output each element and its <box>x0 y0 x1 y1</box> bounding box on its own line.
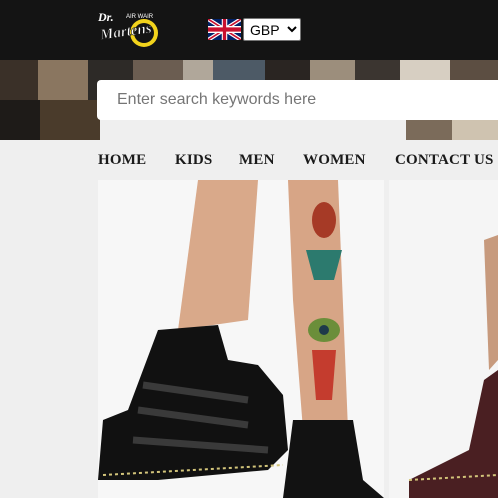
nav-item-men[interactable]: MEN <box>239 152 275 169</box>
nav-item-home[interactable]: HOME <box>98 152 146 169</box>
uk-flag-icon <box>208 19 241 40</box>
search-input[interactable] <box>97 80 498 120</box>
nav-item-women[interactable]: WOMEN <box>303 152 366 169</box>
logo-airwair: AIR WAIR <box>126 14 154 20</box>
product-image-burgundy-boots[interactable] <box>389 180 498 498</box>
boots-photo <box>98 180 384 498</box>
product-image-black-boots[interactable] <box>98 180 384 498</box>
nav-item-contact-us[interactable]: CONTACT US <box>395 152 494 169</box>
main-nav: HOME KIDS MEN WOMEN CONTACT US <box>0 140 498 180</box>
burgundy-boots-photo <box>408 235 498 498</box>
top-bar: Dr. AIR WAIR Martens GBP <box>0 0 498 60</box>
currency-select[interactable]: GBP <box>243 18 301 41</box>
dr-martens-logo[interactable]: Dr. AIR WAIR Martens <box>96 8 172 48</box>
nav-item-kids[interactable]: KIDS <box>175 152 212 169</box>
logo-dr: Dr. <box>97 10 114 24</box>
